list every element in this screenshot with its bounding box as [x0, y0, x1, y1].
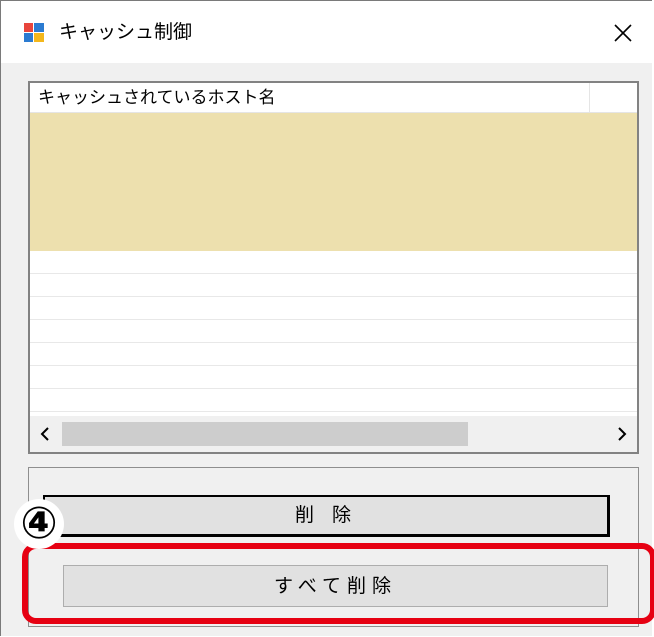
list-item[interactable] — [30, 343, 637, 366]
list-item[interactable] — [30, 136, 637, 159]
app-window-icon — [24, 23, 44, 42]
list-item[interactable] — [30, 297, 637, 320]
list-item[interactable] — [30, 366, 637, 389]
close-icon — [614, 24, 632, 42]
list-item[interactable] — [30, 320, 637, 343]
title-bar: キャッシュ制御 — [1, 1, 654, 63]
cache-control-window: キャッシュ制御 キャッシュされているホスト名 削 除 すべて削除 — [0, 0, 654, 636]
list-item[interactable] — [30, 274, 637, 297]
horizontal-scrollbar[interactable] — [30, 416, 637, 452]
delete-button[interactable]: 削 除 — [43, 495, 610, 537]
list-item[interactable] — [30, 205, 637, 228]
list-item[interactable] — [30, 159, 637, 182]
chevron-right-icon — [618, 427, 627, 441]
column-header-hostname[interactable]: キャッシュされているホスト名 — [30, 83, 590, 113]
list-item[interactable] — [30, 182, 637, 205]
list-item[interactable] — [30, 228, 637, 251]
annotation-step-marker: ④ — [14, 499, 64, 549]
scroll-right-button[interactable] — [607, 416, 637, 452]
close-button[interactable] — [601, 13, 645, 53]
scrollbar-thumb[interactable] — [62, 422, 468, 446]
cached-hosts-list[interactable]: キャッシュされているホスト名 — [28, 81, 639, 454]
scroll-left-button[interactable] — [30, 416, 60, 452]
list-item[interactable] — [30, 389, 637, 412]
delete-all-button[interactable]: すべて削除 — [63, 565, 608, 607]
list-rows — [30, 113, 637, 412]
chevron-left-icon — [40, 427, 49, 441]
list-item[interactable] — [30, 251, 637, 274]
column-header-row: キャッシュされているホスト名 — [30, 83, 637, 113]
window-title: キャッシュ制御 — [59, 21, 193, 43]
list-item[interactable] — [30, 113, 637, 136]
